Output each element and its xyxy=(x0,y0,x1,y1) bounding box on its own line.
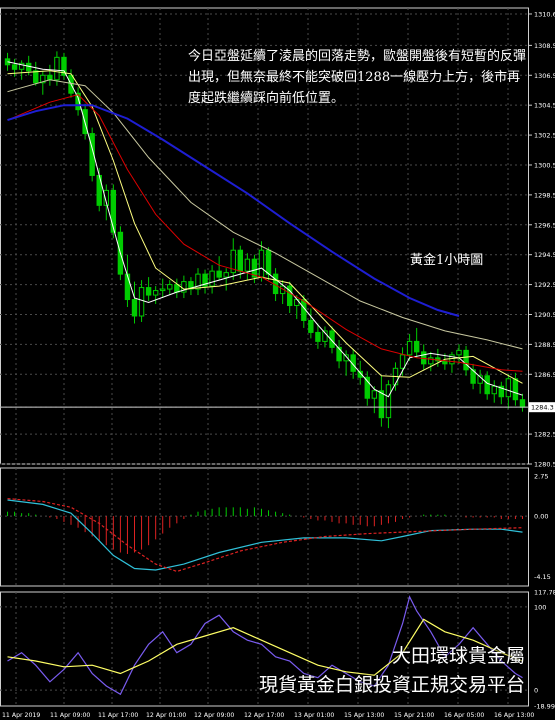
price-tick-label: 1288.5 xyxy=(534,341,555,349)
candle-bullish xyxy=(505,378,512,398)
candle-bullish xyxy=(385,384,392,419)
candle-bullish xyxy=(223,272,229,278)
candle-bearish xyxy=(124,273,131,301)
candle-bearish xyxy=(265,249,272,275)
candle-bearish xyxy=(145,287,152,296)
oscillator-tick-label: -18.999 xyxy=(534,703,555,711)
price-tick-label: 1308.5 xyxy=(534,42,555,50)
oscillator-tick-label: 117.78 xyxy=(534,589,555,597)
brand-slogan: 現貨黃金白銀投資正規交易平台 xyxy=(258,674,525,696)
price-tick-label: 1302.5 xyxy=(534,132,555,140)
candle-bearish xyxy=(484,375,490,395)
oscillator-tick-label: 0 xyxy=(534,687,538,695)
macd-tick-label: 0.00 xyxy=(534,513,548,521)
candle-bullish xyxy=(406,340,413,356)
time-axis-label: 11 Apr 17:00 xyxy=(98,712,138,719)
time-axis-label: 12 Apr 17:00 xyxy=(244,712,284,719)
candle-bullish xyxy=(456,349,462,356)
price-tick-label: 1296.5 xyxy=(534,221,555,229)
candle-bullish xyxy=(167,284,173,290)
analysis-note: 今日亞盤延續了淩晨的回落走勢，歐盤開盤後有短暫的反彈出現，但無奈最終不能突破回1… xyxy=(188,49,527,106)
candle-bearish xyxy=(336,346,342,362)
candle-bullish xyxy=(399,354,406,369)
macd-signal-line xyxy=(7,498,523,573)
candle-bearish xyxy=(463,349,469,371)
price-tick-label: 1290.5 xyxy=(534,311,555,319)
macd-pane-frame xyxy=(0,467,529,587)
last-price-label: 1284.3 xyxy=(531,404,554,412)
time-axis-label: 13 Apr 01:00 xyxy=(294,712,334,719)
candle-bearish xyxy=(11,64,18,70)
price-tick-label: 1292.5 xyxy=(534,281,555,289)
price-tick-label: 1280.5 xyxy=(534,461,555,469)
price-tick-label: 1286.5 xyxy=(534,371,555,379)
price-tick-label: 1304.5 xyxy=(534,102,555,110)
price-tick-label: 1298.5 xyxy=(534,191,555,199)
macd-tick-label: 2.75 xyxy=(534,473,548,481)
candle-bearish xyxy=(33,70,39,84)
chart-timeframe-label: 黃金1小時圖 xyxy=(410,253,484,268)
macd-line xyxy=(7,499,523,571)
candle-bearish xyxy=(378,390,385,419)
candle-bullish xyxy=(209,270,215,287)
candle-bearish xyxy=(47,74,53,81)
time-axis-label: 11 Apr 2019 xyxy=(2,712,40,719)
candle-bearish xyxy=(216,270,222,278)
time-axis-label: 11 Apr 09:00 xyxy=(50,712,90,719)
candle-bullish xyxy=(258,249,265,278)
candle-bullish xyxy=(160,288,166,292)
time-axis-label: 16 Apr 05:00 xyxy=(444,712,484,719)
candle-bullish xyxy=(138,287,145,317)
price-tick-label: 1282.5 xyxy=(534,431,555,439)
price-tick-label: 1300.5 xyxy=(534,161,555,169)
candle-bearish xyxy=(413,340,420,353)
price-tick-label: 1306.5 xyxy=(534,72,555,80)
candle-bearish xyxy=(315,331,321,342)
candle-bearish xyxy=(174,284,180,293)
candle-bullish xyxy=(371,390,378,399)
price-tick-label: 1310.6 xyxy=(534,10,555,18)
brand-name: 大田環球貴金屬 xyxy=(391,645,525,667)
candle-bearish xyxy=(308,319,314,333)
macd-tick-label: -4.15 xyxy=(534,573,551,581)
candle-bearish xyxy=(421,351,427,365)
candle-bullish xyxy=(152,290,159,296)
candle-bullish xyxy=(54,56,60,81)
candle-bullish xyxy=(244,258,251,272)
candle-bullish xyxy=(491,385,497,395)
price-tick-label: 1294.5 xyxy=(534,251,555,259)
time-axis-label: 15 Apr 21:00 xyxy=(394,712,434,719)
time-axis-label: 12 Apr 09:00 xyxy=(194,712,234,719)
oscillator-tick-label: 100 xyxy=(534,603,546,611)
candle-bearish xyxy=(237,249,244,272)
candle-bearish xyxy=(519,399,526,408)
candle-bearish xyxy=(512,378,519,401)
time-axis-label: 12 Apr 01:00 xyxy=(146,712,186,719)
time-axis-label: 16 Apr 13:00 xyxy=(494,712,534,719)
time-axis-label: 15 Apr 13:00 xyxy=(344,712,384,719)
candle-bearish xyxy=(131,299,138,317)
